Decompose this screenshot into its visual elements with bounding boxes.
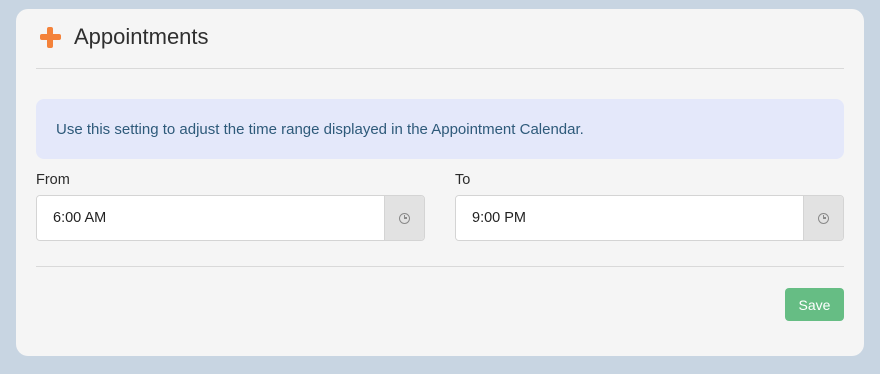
from-label: From [36,172,70,188]
to-clock-button[interactable] [803,196,843,240]
from-time-picker [36,195,425,241]
to-label: To [455,172,471,188]
to-time-picker [455,195,844,241]
panel-header: Appointments [36,9,844,69]
from-field: From [36,171,425,241]
to-field: To [455,171,844,241]
footer-divider [36,266,844,267]
appointments-panel: Appointments Use this setting to adjust … [16,9,864,356]
plus-icon [40,26,61,48]
panel-title: Appointments [74,24,209,49]
from-clock-button[interactable] [384,196,424,240]
save-button[interactable]: Save [785,288,844,321]
info-message: Use this setting to adjust the time rang… [36,99,844,159]
from-time-input[interactable] [37,196,384,240]
clock-icon [399,212,410,224]
clock-icon [818,212,829,224]
to-time-input[interactable] [456,196,803,240]
